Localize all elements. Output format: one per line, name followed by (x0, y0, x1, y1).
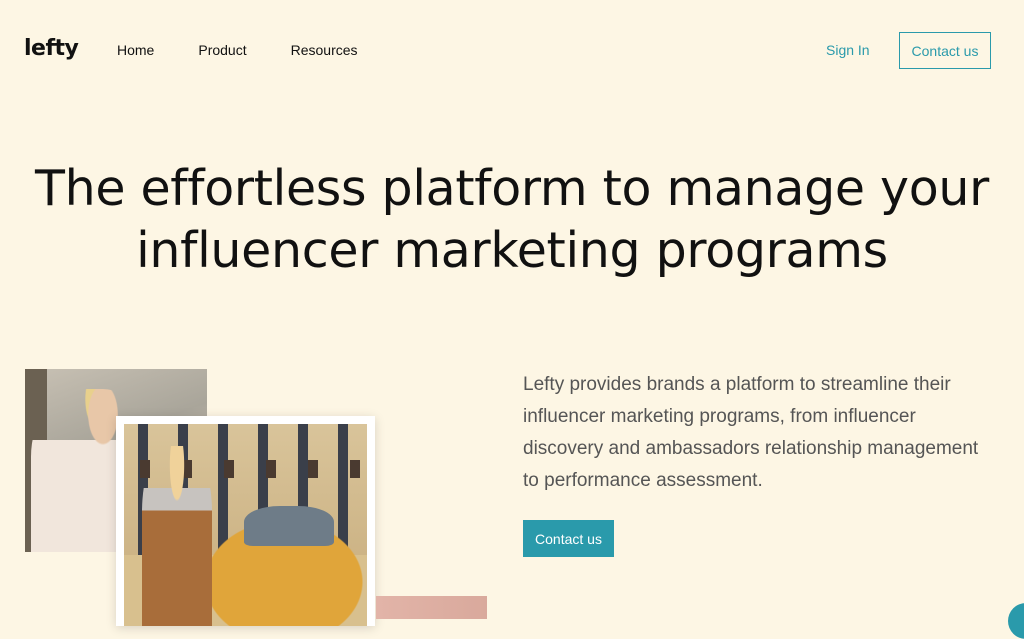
main-nav: Home Product Resources (117, 42, 402, 58)
header-contact-button[interactable]: Contact us (899, 32, 991, 69)
hero-title: The effortless platform to manage your i… (0, 158, 1024, 282)
nav-item-home[interactable]: Home (117, 42, 154, 58)
influencer-photo-front-frame (116, 416, 375, 626)
site-header: lefty Home Product Resources Sign In Con… (0, 0, 1024, 104)
hero-title-line-2: influencer marketing programs (136, 222, 888, 279)
influencer-photo-partial (376, 596, 487, 619)
photo-woman-figure (142, 446, 212, 626)
hero-title-line-1: The effortless platform to manage your (34, 160, 990, 217)
chat-bubble-icon[interactable] (1008, 603, 1024, 639)
nav-item-resources[interactable]: Resources (291, 42, 358, 58)
hero-description: Lefty provides brands a platform to stre… (523, 374, 979, 491)
lefty-logo[interactable]: lefty (24, 36, 79, 61)
hero-contact-button[interactable]: Contact us (523, 520, 614, 557)
nav-item-product[interactable]: Product (198, 42, 246, 58)
photo-car-window (244, 506, 334, 546)
influencer-photo-front (124, 424, 367, 626)
sign-in-link[interactable]: Sign In (826, 42, 870, 58)
